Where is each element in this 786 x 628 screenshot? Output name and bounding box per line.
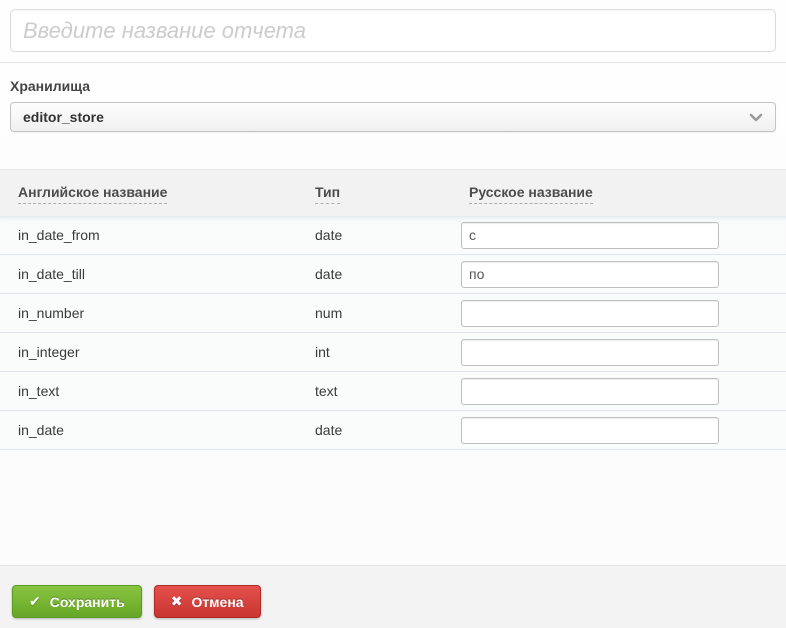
table-row: in_date_till date xyxy=(0,255,786,294)
param-type: date xyxy=(315,227,343,243)
column-header-english-name[interactable]: Английское название xyxy=(18,184,168,204)
russian-name-input[interactable] xyxy=(461,260,719,288)
param-english-name: in_date xyxy=(18,422,64,438)
russian-name-input[interactable] xyxy=(461,221,719,249)
table-header-row: Английское название Тип Русское название xyxy=(0,170,786,216)
table-row: in_date date xyxy=(0,411,786,450)
report-name-section xyxy=(0,0,786,62)
params-table: Английское название Тип Русское название… xyxy=(0,169,786,450)
param-type: int xyxy=(315,344,330,360)
storage-selected-value: editor_store xyxy=(23,109,104,125)
param-english-name: in_text xyxy=(18,383,60,399)
save-button-label: Сохранить xyxy=(49,593,125,610)
table-row: in_integer int xyxy=(0,333,786,372)
param-type: text xyxy=(315,383,338,399)
param-english-name: in_date_from xyxy=(18,227,100,243)
check-icon: ✔ xyxy=(29,593,41,609)
param-english-name: in_number xyxy=(18,305,85,321)
cancel-button-label: Отмена xyxy=(191,593,244,610)
column-header-russian-name[interactable]: Русское название xyxy=(469,184,593,204)
table-row: in_number num xyxy=(0,294,786,333)
param-type: date xyxy=(315,266,343,282)
russian-name-input[interactable] xyxy=(461,299,719,327)
chevron-down-icon xyxy=(749,113,763,122)
storage-select[interactable]: editor_store xyxy=(10,102,776,132)
param-type: date xyxy=(315,422,343,438)
param-english-name: in_date_till xyxy=(18,266,85,282)
param-english-name: in_integer xyxy=(18,344,80,360)
storage-label: Хранилища xyxy=(10,78,91,94)
footer-toolbar: ✔ Сохранить ✖ Отмена xyxy=(0,565,786,628)
column-header-type[interactable]: Тип xyxy=(315,184,341,204)
report-name-input[interactable] xyxy=(10,9,776,52)
russian-name-input[interactable] xyxy=(461,338,719,366)
table-row: in_text text xyxy=(0,372,786,411)
content-spacer xyxy=(0,450,786,565)
cancel-button[interactable]: ✖ Отмена xyxy=(153,585,261,618)
table-row: in_date_from date xyxy=(0,216,786,255)
save-button[interactable]: ✔ Сохранить xyxy=(12,585,142,618)
russian-name-input[interactable] xyxy=(461,416,719,444)
russian-name-input[interactable] xyxy=(461,377,719,405)
storage-section: Хранилища editor_store xyxy=(0,63,786,132)
cross-icon: ✖ xyxy=(170,593,183,609)
param-type: num xyxy=(315,305,343,321)
